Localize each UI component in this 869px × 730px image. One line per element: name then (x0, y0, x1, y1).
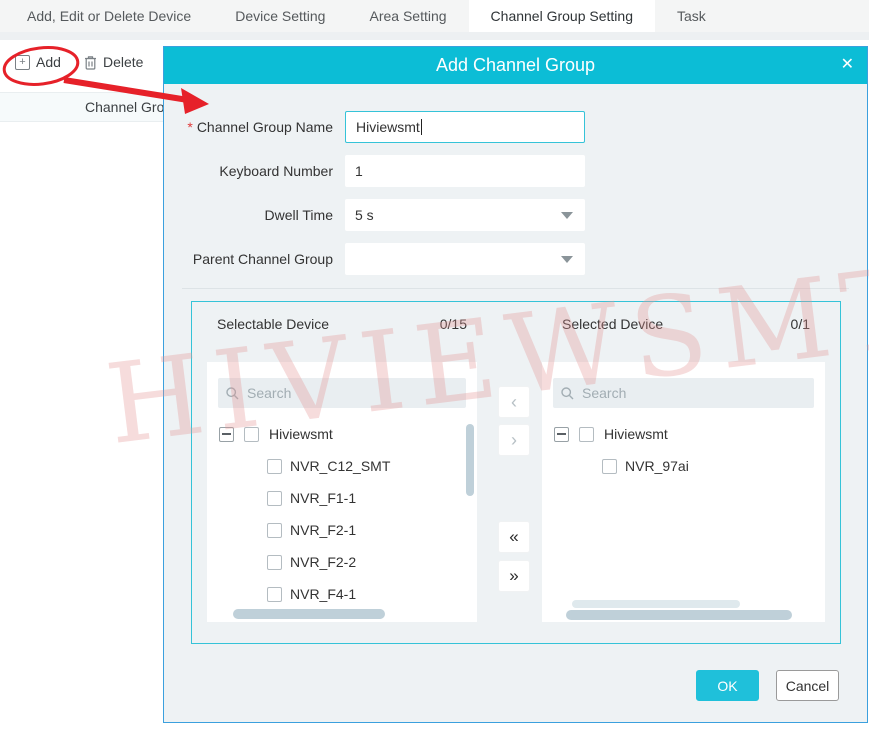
channel-group-name-label: *Channel Group Name (164, 111, 333, 143)
tree-device-row[interactable]: NVR_F2-1 (207, 514, 463, 546)
tree-root-label: Hiviewsmt (269, 426, 333, 442)
collapse-icon[interactable] (554, 427, 569, 442)
device-label: NVR_F2-1 (290, 522, 356, 538)
selected-device-count: 0/1 (791, 316, 810, 336)
checkbox-icon[interactable] (602, 459, 617, 474)
ok-button[interactable]: OK (696, 670, 759, 701)
checkbox-icon[interactable] (579, 427, 594, 442)
keyboard-number-input[interactable]: 1 (345, 155, 585, 187)
selected-device-list: Hiviewsmt NVR_97ai (542, 362, 825, 622)
checkbox-icon[interactable] (267, 491, 282, 506)
parent-channel-group-label: Parent Channel Group (164, 243, 333, 275)
add-icon: + (15, 55, 30, 70)
delete-button[interactable]: Delete (84, 54, 143, 70)
close-icon[interactable]: ✕ (841, 55, 854, 75)
add-button-label: Add (36, 54, 61, 70)
move-right-button[interactable]: › (498, 424, 530, 456)
form-divider (182, 288, 849, 289)
keyboard-number-value: 1 (355, 163, 363, 179)
device-label: NVR_97ai (625, 458, 689, 474)
tab-device-setting[interactable]: Device Setting (213, 0, 347, 32)
dwell-time-select[interactable]: 5 s (345, 199, 585, 231)
tabbar-divider (0, 32, 869, 40)
add-button[interactable]: + Add (15, 54, 61, 70)
device-label: NVR_C12_SMT (290, 458, 390, 474)
tree-root-row[interactable]: Hiviewsmt (207, 418, 463, 450)
channel-group-name-value: Hiviewsmt (356, 119, 420, 135)
checkbox-icon[interactable] (267, 587, 282, 602)
tree-device-row[interactable]: NVR_F2-2 (207, 546, 463, 578)
checkbox-icon[interactable] (267, 555, 282, 570)
selectable-device-title: Selectable Device (217, 316, 329, 336)
selectable-device-header: Selectable Device 0/15 (217, 316, 467, 336)
channel-group-column-label: Channel Grou (85, 93, 163, 121)
add-channel-group-dialog: Add Channel Group ✕ *Channel Group Name … (163, 46, 868, 723)
selected-device-title: Selected Device (562, 316, 663, 336)
device-label: NVR_F2-2 (290, 554, 356, 570)
device-label: NVR_F4-1 (290, 586, 356, 602)
required-asterisk: * (187, 119, 192, 135)
device-transfer-panel: Selectable Device 0/15 Selected Device 0… (191, 301, 841, 644)
chevron-down-icon (561, 212, 573, 219)
tree-device-row[interactable]: NVR_97ai (542, 450, 811, 482)
delete-button-label: Delete (103, 54, 143, 70)
tab-bar: Add, Edit or Delete Device Device Settin… (0, 0, 869, 32)
chevron-down-icon (561, 256, 573, 263)
search-icon (226, 387, 239, 400)
tree-device-row[interactable]: NVR_F1-1 (207, 482, 463, 514)
selectable-search-box (218, 378, 466, 408)
search-icon (561, 387, 574, 400)
tree-device-row[interactable]: NVR_F4-1 (207, 578, 463, 610)
channel-group-name-input[interactable]: Hiviewsmt (345, 111, 585, 143)
selected-search-box (553, 378, 814, 408)
vertical-scrollbar[interactable] (466, 424, 474, 496)
checkbox-icon[interactable] (244, 427, 259, 442)
trash-icon (84, 55, 97, 70)
dwell-time-label: Dwell Time (164, 199, 333, 231)
checkbox-icon[interactable] (267, 523, 282, 538)
search-input[interactable] (245, 384, 458, 402)
tab-add-edit-delete-device[interactable]: Add, Edit or Delete Device (5, 0, 213, 32)
tab-task[interactable]: Task (655, 0, 728, 32)
keyboard-number-label: Keyboard Number (164, 155, 333, 187)
horizontal-scrollbar[interactable] (233, 609, 385, 619)
tab-area-setting[interactable]: Area Setting (347, 0, 468, 32)
horizontal-scrollbar-track (572, 600, 740, 608)
move-all-left-button[interactable]: « (498, 521, 530, 553)
selected-device-header: Selected Device 0/1 (562, 316, 810, 336)
checkbox-icon[interactable] (267, 459, 282, 474)
move-all-right-button[interactable]: » (498, 560, 530, 592)
tree-device-row[interactable]: NVR_C12_SMT (207, 450, 463, 482)
tree-root-label: Hiviewsmt (604, 426, 668, 442)
dialog-titlebar: Add Channel Group ✕ (164, 47, 867, 84)
parent-channel-group-select[interactable] (345, 243, 585, 275)
move-left-button[interactable]: ‹ (498, 386, 530, 418)
dialog-title: Add Channel Group (436, 55, 595, 76)
cancel-button[interactable]: Cancel (776, 670, 839, 701)
channel-group-table-header: Channel Grou (0, 92, 163, 122)
text-caret (421, 119, 422, 135)
collapse-icon[interactable] (219, 427, 234, 442)
dwell-time-value: 5 s (355, 207, 374, 223)
search-input[interactable] (580, 384, 806, 402)
tab-channel-group-setting[interactable]: Channel Group Setting (469, 0, 655, 32)
selectable-device-count: 0/15 (440, 316, 467, 336)
tree-root-row[interactable]: Hiviewsmt (542, 418, 811, 450)
horizontal-scrollbar[interactable] (566, 610, 792, 620)
device-label: NVR_F1-1 (290, 490, 356, 506)
selectable-device-list: Hiviewsmt NVR_C12_SMT NVR_F1-1 NVR_F2-1 … (207, 362, 477, 622)
